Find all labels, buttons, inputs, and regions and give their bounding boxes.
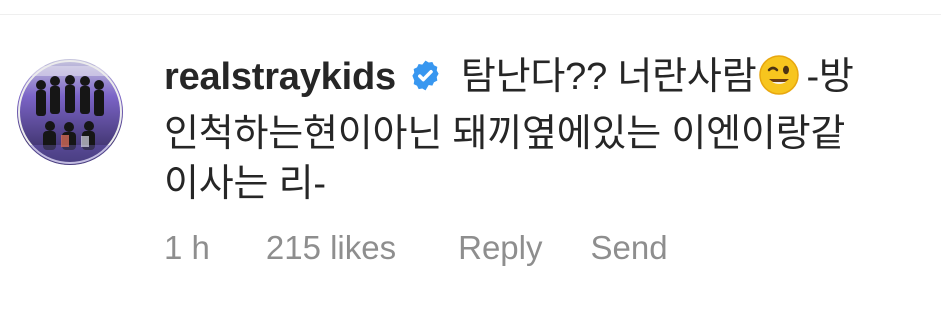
- winking-face-emoji: [758, 54, 800, 109]
- comment-likes[interactable]: 215 likes: [266, 228, 396, 268]
- comment-text-line-2: 인척하는현이아닌 돼끼옆에있는 이엔이랑같: [164, 113, 846, 155]
- comment-text: realstraykids 탐난다?? 너란사람 -방 인척하는현이아닌 돼끼옆에있…: [164, 52, 919, 209]
- comment-time: 1 h: [164, 229, 210, 266]
- top-divider: [0, 14, 941, 15]
- username[interactable]: realstraykids: [164, 56, 396, 98]
- comment-content: realstraykids 탐난다?? 너란사람 -방 인척하는현이아닌 돼끼옆에있…: [164, 52, 919, 266]
- send-button[interactable]: Send: [591, 228, 668, 268]
- comment-text-line-1: 탐난다?? 너란사람: [460, 56, 757, 98]
- avatar[interactable]: [17, 59, 123, 165]
- verified-badge-icon: [408, 56, 443, 106]
- comment-text-line-1-tail: -방: [806, 56, 854, 98]
- comment-text-line-3: 이사는 리-: [164, 163, 326, 205]
- comment: realstraykids 탐난다?? 너란사람 -방 인척하는현이아닌 돼끼옆에있…: [17, 52, 927, 292]
- comment-meta: 1 h 215 likes Reply Send: [164, 228, 668, 268]
- reply-button[interactable]: Reply: [458, 228, 542, 268]
